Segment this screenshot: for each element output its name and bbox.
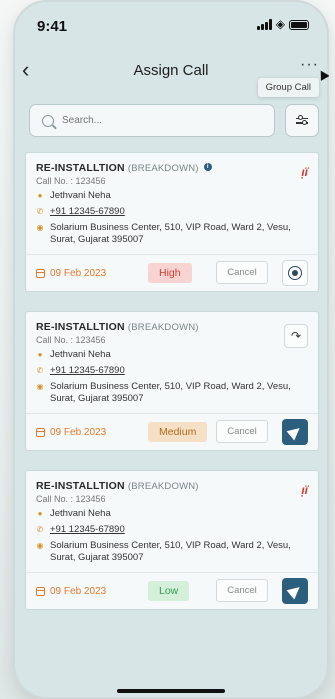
filter-button[interactable] — [285, 104, 319, 137]
locate-icon — [288, 266, 302, 280]
call-card[interactable]: RE-INSTALLTION (BREAKDOWN) ↷ Call No. : … — [25, 311, 319, 451]
send-icon — [286, 423, 304, 441]
send-button[interactable] — [282, 578, 308, 604]
battery-icon — [289, 19, 309, 30]
phone-row[interactable]: ✆ +91 12345-67890 — [36, 524, 308, 536]
date: 09 Feb 2023 — [36, 586, 148, 597]
cancel-button[interactable]: Cancel — [216, 579, 268, 602]
priority-badge: Low — [148, 581, 190, 601]
locate-button[interactable] — [282, 260, 308, 286]
address-row: ◉ Solarium Business Center, 510, VIP Road… — [36, 381, 291, 404]
signal-icon — [256, 19, 272, 30]
phone-row[interactable]: ✆ +91 12345-67890 — [36, 365, 308, 377]
call-title: RE-INSTALLTION (BREAKDOWN) i — [36, 162, 308, 174]
search-icon — [42, 114, 54, 127]
customer-name-row: ● Jethvani Neha — [37, 190, 111, 201]
priority-badge: High — [148, 263, 192, 283]
sliders-icon — [296, 115, 308, 120]
phone-row[interactable]: ✆ +91 12345-67890 — [36, 206, 308, 218]
calendar-icon — [36, 427, 45, 437]
cancel-button[interactable]: Cancel — [216, 261, 268, 284]
date: 09 Feb 2023 — [36, 427, 148, 438]
cancel-button[interactable]: Cancel — [216, 420, 268, 443]
status-icons: ◈ — [256, 17, 309, 31]
call-number: Call No. : 123456 — [36, 335, 106, 345]
customer-name-row: ● Jethvani Neha — [37, 508, 111, 519]
assign-engineer-icon[interactable]: ᴉї — [301, 483, 308, 497]
status-time: 9:41 — [37, 18, 68, 35]
home-indicator — [117, 689, 225, 693]
card-footer: 09 Feb 2023 High Cancel — [36, 255, 308, 291]
call-number: Call No. : 123456 — [36, 494, 106, 504]
search-row — [29, 104, 319, 138]
calendar-icon — [36, 586, 45, 596]
more-horizontal-icon[interactable]: ··· — [300, 56, 319, 74]
info-icon[interactable]: i — [203, 163, 212, 171]
assign-engineer-icon[interactable]: ᴉї — [301, 165, 308, 179]
address-row: ◉ Solarium Business Center, 510, VIP Road… — [36, 540, 291, 563]
call-card[interactable]: RE-INSTALLTION (BREAKDOWN) i ᴉї Call No.… — [25, 152, 319, 292]
call-title: RE-INSTALLTION (BREAKDOWN) — [36, 321, 199, 333]
search-input[interactable] — [62, 115, 242, 126]
address-row: ◉ Solarium Business Center, 510, VIP Road… — [36, 222, 291, 245]
user-icon: ● — [37, 509, 43, 518]
date: 09 Feb 2023 — [36, 268, 148, 279]
search-box[interactable] — [29, 104, 275, 137]
call-title: RE-INSTALLTION (BREAKDOWN) — [36, 480, 199, 492]
location-pin-icon: ◉ — [36, 541, 44, 550]
send-icon — [286, 582, 304, 600]
group-call-tooltip[interactable]: Group Call — [257, 78, 319, 97]
card-footer: 09 Feb 2023 Low Cancel — [36, 573, 308, 609]
priority-badge: Medium — [148, 422, 208, 442]
phone-icon: ✆ — [36, 525, 44, 534]
status-bar: 9:41 ◈ — [13, 0, 329, 46]
send-button[interactable] — [282, 419, 308, 445]
location-pin-icon: ◉ — [36, 223, 44, 232]
phone-screen: 9:41 ◈ ‹ Assign Call ··· Group Call RE-I… — [13, 0, 329, 699]
wifi-icon: ◈ — [275, 17, 285, 31]
call-number: Call No. : 123456 — [36, 176, 106, 186]
card-footer: 09 Feb 2023 Medium Cancel — [36, 414, 308, 450]
forward-icon[interactable]: ↷ — [284, 324, 308, 348]
page-title: Assign Call — [133, 62, 209, 79]
calendar-icon — [36, 268, 45, 278]
customer-name-row: ● Jethvani Neha — [37, 349, 111, 360]
user-icon: ● — [37, 350, 43, 359]
call-card[interactable]: RE-INSTALLTION (BREAKDOWN) ᴉї Call No. :… — [25, 470, 319, 610]
phone-icon: ✆ — [36, 366, 44, 375]
user-icon: ● — [37, 191, 43, 200]
phone-icon: ✆ — [36, 207, 44, 216]
location-pin-icon: ◉ — [36, 382, 44, 391]
